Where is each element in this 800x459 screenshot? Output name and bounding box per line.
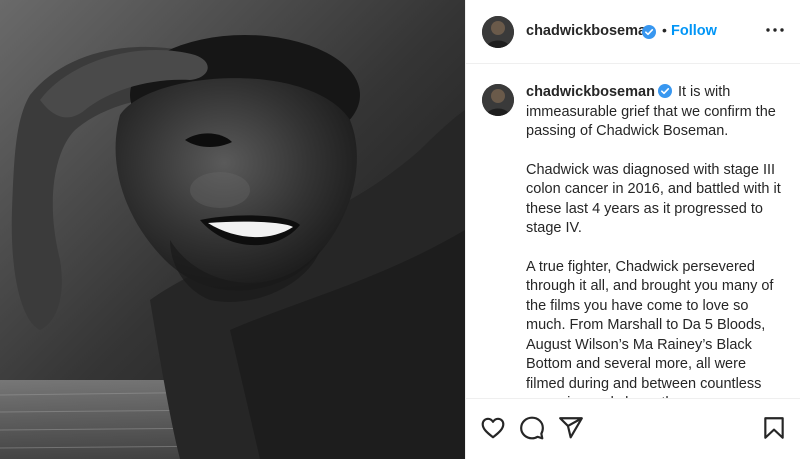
post-header: chadwickboseman • Follow: [466, 0, 800, 64]
profile-avatar[interactable]: [482, 16, 514, 48]
post-side-panel: chadwickboseman • Follow chadwickboseman…: [465, 0, 800, 459]
caption-username[interactable]: chadwickboseman: [526, 84, 655, 100]
instagram-post: chadwickboseman • Follow chadwickboseman…: [0, 0, 800, 459]
post-actions-bar: [466, 398, 800, 459]
verified-badge-icon: [657, 84, 672, 98]
verified-badge-icon: [642, 25, 656, 39]
comment-icon[interactable]: [519, 415, 545, 441]
avatar-image: [482, 16, 514, 48]
caption-first-paragraph: chadwickboseman It is with immeasurable …: [526, 83, 788, 142]
header-separator: •: [662, 22, 667, 38]
paper-plane-icon[interactable]: [558, 415, 584, 441]
bookmark-icon[interactable]: [761, 415, 787, 441]
comments-section[interactable]: chadwickboseman It is with immeasurable …: [466, 64, 800, 398]
portrait-photo-illustration: [0, 0, 465, 459]
heart-icon[interactable]: [480, 415, 506, 441]
post-photo[interactable]: [0, 0, 465, 459]
avatar-image: [482, 84, 514, 116]
more-options-icon[interactable]: [763, 18, 787, 42]
post-caption: chadwickboseman It is with immeasurable …: [526, 83, 788, 398]
caption-paragraph: A true fighter, Chadwick persevered thro…: [526, 258, 774, 399]
follow-button[interactable]: Follow: [671, 23, 717, 39]
header-username[interactable]: chadwickboseman: [526, 23, 655, 39]
caption-paragraph: Chadwick was diagnosed with stage III co…: [526, 161, 781, 237]
caption-avatar[interactable]: [482, 84, 514, 116]
